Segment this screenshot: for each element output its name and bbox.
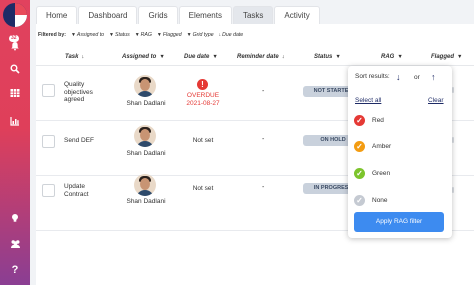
sort-icon: ↓: [218, 32, 222, 38]
flag-toggle[interactable]: [452, 187, 454, 193]
filter-icon: ▼: [335, 54, 341, 60]
filter-icon: ▼: [70, 32, 76, 38]
row-checkbox[interactable]: [42, 135, 55, 148]
bell-icon[interactable]: [0, 38, 30, 54]
column-rag[interactable]: RAG ▼: [381, 54, 403, 60]
sort-ascending-icon[interactable]: ↑: [431, 72, 436, 82]
assignee-name: Shan Dadlani: [126, 150, 166, 157]
tab-tasks[interactable]: Tasks: [232, 6, 274, 24]
rag-option-green[interactable]: ✓ Green: [354, 165, 449, 181]
column-task[interactable]: Task ↓: [65, 54, 84, 60]
filter-label: Filtered by:: [38, 32, 66, 38]
help-icon[interactable]: ?: [0, 262, 30, 278]
check-icon[interactable]: ✓: [354, 114, 365, 126]
assignee-name: Shan Dadlani: [126, 198, 166, 205]
reminder-date: -: [262, 136, 265, 143]
chart-icon[interactable]: [0, 113, 30, 129]
tab-activity[interactable]: Activity: [274, 6, 320, 24]
flag-toggle[interactable]: [452, 137, 454, 143]
filter-flagged[interactable]: ▼ Flagged: [157, 32, 182, 38]
filter-grid-type[interactable]: ▼ Grid type: [187, 32, 214, 38]
filter-icon: ▼: [212, 54, 218, 60]
sort-label: Sort results:: [355, 73, 390, 80]
due-date: OVERDUE 2021-08-27: [186, 92, 220, 107]
flag-toggle[interactable]: [452, 87, 454, 93]
check-icon[interactable]: ✓: [354, 194, 365, 206]
rag-option-none[interactable]: ✓ None: [354, 192, 449, 208]
column-flagged[interactable]: Flagged ▼: [431, 54, 462, 60]
reminder-date: -: [262, 88, 265, 95]
sidebar: 32 ?: [0, 0, 30, 285]
select-all-link[interactable]: Select all: [355, 97, 381, 104]
lightbulb-icon[interactable]: [0, 210, 30, 226]
rag-filter-popup: Sort results: ↓ or ↑ Select all Clear ✓ …: [348, 66, 452, 238]
filter-assigned[interactable]: ▼ Assigned to: [71, 32, 104, 38]
due-date: Not set: [192, 137, 214, 144]
column-reminder[interactable]: Reminder date ↓: [237, 54, 284, 60]
sort-icon: ↓: [81, 54, 85, 60]
column-assigned[interactable]: Assigned to ▼: [122, 54, 165, 60]
assignee-name: Shan Dadlani: [126, 100, 166, 107]
avatar: [134, 125, 156, 147]
check-icon[interactable]: ✓: [354, 167, 365, 179]
avatar: [134, 75, 156, 97]
row-checkbox[interactable]: [42, 184, 55, 197]
users-icon[interactable]: [0, 236, 30, 252]
warning-icon: !: [197, 79, 208, 90]
filter-icon: ▼: [397, 54, 403, 60]
tab-bar: Home Dashboard Grids Elements Tasks Acti…: [36, 6, 321, 24]
filter-icon: ▼: [109, 32, 114, 38]
tab-home[interactable]: Home: [36, 6, 78, 24]
filter-icon: ▼: [134, 32, 140, 38]
tab-grids[interactable]: Grids: [138, 6, 178, 24]
tab-elements[interactable]: Elements: [178, 6, 232, 24]
task-name[interactable]: Quality objectives agreed: [64, 81, 109, 104]
filter-icon: ▼: [457, 54, 463, 60]
avatar: [134, 174, 156, 196]
sort-icon: ↓: [281, 54, 285, 60]
reminder-date: -: [262, 184, 265, 191]
check-icon[interactable]: ✓: [354, 140, 365, 152]
clear-link[interactable]: Clear: [428, 97, 444, 104]
row-checkbox[interactable]: [42, 84, 55, 97]
apply-rag-filter-button[interactable]: Apply RAG filter: [354, 212, 444, 232]
sort-descending-icon[interactable]: ↓: [396, 72, 401, 82]
rag-option-red[interactable]: ✓ Red: [354, 112, 449, 128]
app-logo[interactable]: [3, 3, 27, 27]
filter-icon: ▼: [156, 32, 162, 38]
filter-rag[interactable]: ▼ RAG: [135, 32, 152, 38]
filter-status[interactable]: ▼ Status: [109, 32, 130, 38]
task-name[interactable]: Send DEF: [64, 137, 109, 145]
tab-dashboard[interactable]: Dashboard: [78, 6, 138, 24]
grid-icon[interactable]: [0, 85, 30, 101]
task-name[interactable]: Update Contract: [64, 183, 109, 198]
search-icon[interactable]: [0, 61, 30, 77]
filter-icon: ▼: [159, 54, 165, 60]
filter-due-date[interactable]: ↓ Due date: [219, 32, 244, 38]
rag-option-amber[interactable]: ✓ Amber: [354, 138, 449, 154]
due-date: Not set: [192, 185, 214, 192]
column-due-date[interactable]: Due date ▼: [184, 54, 218, 60]
filter-icon: ▼: [186, 32, 192, 38]
filter-bar: Filtered by: ▼ Assigned to ▼ Status ▼ RAG ▼…: [36, 29, 248, 41]
column-status[interactable]: Status ▼: [314, 54, 341, 60]
sort-or-label: or: [414, 74, 420, 81]
